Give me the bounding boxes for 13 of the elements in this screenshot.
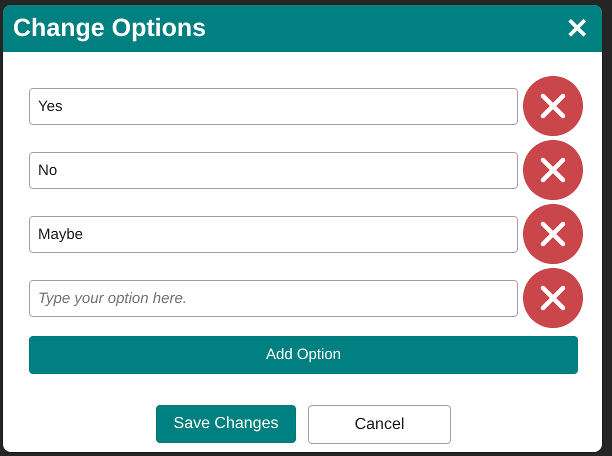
add-option-button[interactable]: Add Option — [29, 336, 578, 374]
x-icon — [539, 156, 567, 184]
x-icon — [539, 220, 567, 248]
x-icon — [539, 92, 567, 120]
cancel-button[interactable]: Cancel — [308, 405, 451, 444]
option-field[interactable]: No — [29, 152, 518, 188]
x-icon — [539, 284, 567, 312]
close-button[interactable]: ✕ — [562, 14, 592, 44]
option-field[interactable]: Type your option here. — [29, 280, 518, 316]
save-button[interactable]: Save Changes — [156, 405, 296, 443]
option-field[interactable]: Maybe — [29, 216, 518, 252]
option-field[interactable]: Yes — [29, 88, 518, 124]
dialog-title: Change Options — [13, 12, 206, 44]
